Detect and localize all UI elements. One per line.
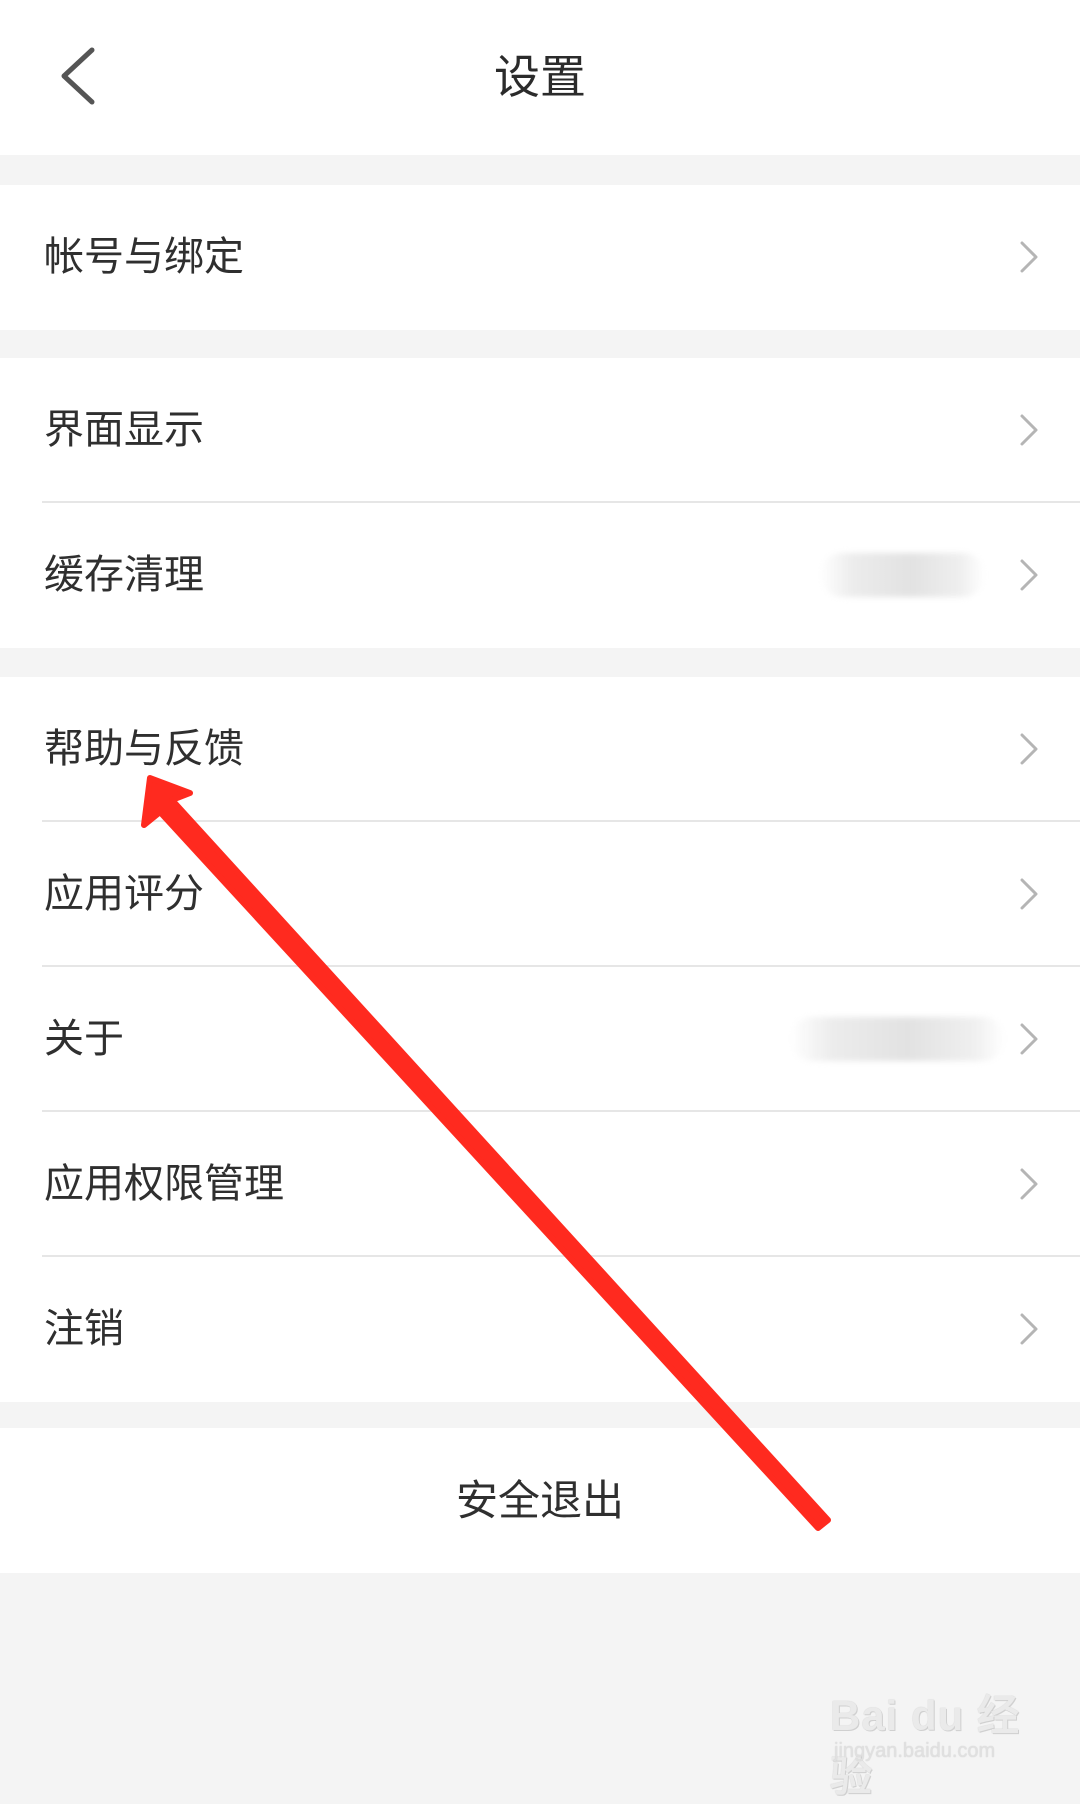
logout-button[interactable]: 安全退出 — [0, 1428, 1080, 1573]
chevron-right-icon — [1020, 414, 1038, 446]
chevron-right-icon — [1020, 241, 1038, 273]
baidu-jingyan-watermark: Bai du 经验 jingyan.baidu.com — [820, 1660, 1060, 1800]
settings-item-display[interactable]: 界面显示 — [0, 358, 1080, 503]
settings-item-rate-app[interactable]: 应用评分 — [0, 822, 1080, 967]
settings-item-label: 帮助与反馈 — [44, 726, 244, 772]
settings-item-label: 注销 — [44, 1306, 124, 1352]
settings-item-label: 应用评分 — [44, 871, 204, 917]
settings-group-misc: 帮助与反馈 应用评分 关于 应用权限管理 注销 — [0, 677, 1080, 1402]
top-bar: 设置 — [0, 0, 1080, 155]
settings-item-deregister[interactable]: 注销 — [0, 1257, 1080, 1402]
settings-item-clear-cache[interactable]: 缓存清理 — [0, 503, 1080, 648]
settings-item-label: 缓存清理 — [44, 552, 204, 598]
settings-item-label: 帐号与绑定 — [44, 234, 244, 280]
blurred-cache-size — [820, 553, 985, 597]
watermark-url: jingyan.baidu.com — [834, 1740, 996, 1762]
blurred-version — [790, 1017, 1005, 1061]
settings-item-about[interactable]: 关于 — [0, 967, 1080, 1112]
back-button[interactable] — [40, 30, 120, 120]
chevron-right-icon — [1020, 733, 1038, 765]
settings-item-help-feedback[interactable]: 帮助与反馈 — [0, 677, 1080, 822]
chevron-right-icon — [1020, 878, 1038, 910]
settings-item-label: 应用权限管理 — [44, 1161, 284, 1207]
chevron-right-icon — [1020, 1313, 1038, 1345]
chevron-left-icon — [61, 47, 95, 105]
settings-group-display: 界面显示 缓存清理 — [0, 358, 1080, 648]
page-title: 设置 — [494, 50, 586, 104]
settings-group-account: 帐号与绑定 — [0, 185, 1080, 330]
chevron-right-icon — [1020, 559, 1038, 591]
settings-item-app-permissions[interactable]: 应用权限管理 — [0, 1112, 1080, 1257]
settings-item-label: 界面显示 — [44, 407, 204, 453]
settings-item-label: 关于 — [44, 1016, 124, 1062]
settings-item-account-binding[interactable]: 帐号与绑定 — [0, 185, 1080, 330]
chevron-right-icon — [1020, 1168, 1038, 1200]
chevron-right-icon — [1020, 1023, 1038, 1055]
